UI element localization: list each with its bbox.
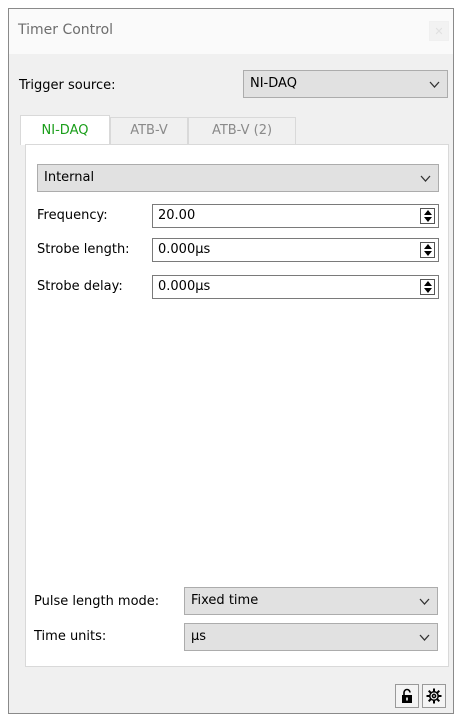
strobe-length-label: Strobe length: — [37, 242, 130, 257]
trigger-source-select[interactable]: NI-DAQ — [243, 70, 448, 98]
window-title: Timer Control — [18, 22, 114, 38]
strobe-delay-value: 0.000µs — [158, 279, 211, 294]
settings-button[interactable] — [422, 684, 446, 708]
title-bar[interactable]: Timer Control ✕ — [9, 9, 453, 54]
time-units-value: µs — [191, 629, 207, 644]
pulse-length-mode-value: Fixed time — [191, 593, 259, 608]
lock-button[interactable] — [395, 684, 419, 708]
pulse-length-mode-select[interactable]: Fixed time — [184, 587, 438, 615]
spin-arrows-icon[interactable] — [420, 242, 435, 258]
chevron-down-icon — [419, 634, 430, 641]
chevron-down-icon — [420, 175, 431, 182]
close-button[interactable]: ✕ — [429, 21, 449, 41]
time-units-label: Time units: — [34, 629, 107, 644]
frequency-label: Frequency: — [37, 208, 108, 223]
time-units-select[interactable]: µs — [184, 623, 438, 651]
timer-control-window: Timer Control ✕ Trigger source: NI-DAQ N… — [8, 8, 454, 714]
spin-arrows-icon[interactable] — [420, 208, 435, 224]
frequency-value: 20.00 — [158, 208, 196, 223]
spin-arrows-icon[interactable] — [420, 279, 435, 295]
close-icon: ✕ — [434, 25, 444, 38]
strobe-length-value: 0.000µs — [158, 242, 211, 257]
trigger-source-label: Trigger source: — [19, 78, 116, 93]
chevron-down-icon — [429, 81, 440, 88]
trigger-source-value: NI-DAQ — [250, 76, 297, 91]
chevron-down-icon — [419, 598, 430, 605]
clock-mode-select[interactable]: Internal — [37, 164, 439, 192]
strobe-delay-spinbox[interactable]: 0.000µs — [152, 275, 439, 299]
strobe-length-spinbox[interactable]: 0.000µs — [152, 238, 439, 262]
clock-mode-value: Internal — [44, 170, 95, 185]
tab-atb-v[interactable]: ATB-V — [110, 117, 188, 145]
lock-icon — [402, 688, 412, 703]
pulse-length-mode-label: Pulse length mode: — [34, 594, 160, 609]
frequency-spinbox[interactable]: 20.00 — [152, 204, 439, 228]
tab-ni-daq[interactable]: NI-DAQ — [20, 115, 110, 145]
strobe-delay-label: Strobe delay: — [37, 279, 123, 294]
gear-icon — [426, 688, 442, 704]
tab-atb-v-2[interactable]: ATB-V (2) — [188, 117, 296, 145]
